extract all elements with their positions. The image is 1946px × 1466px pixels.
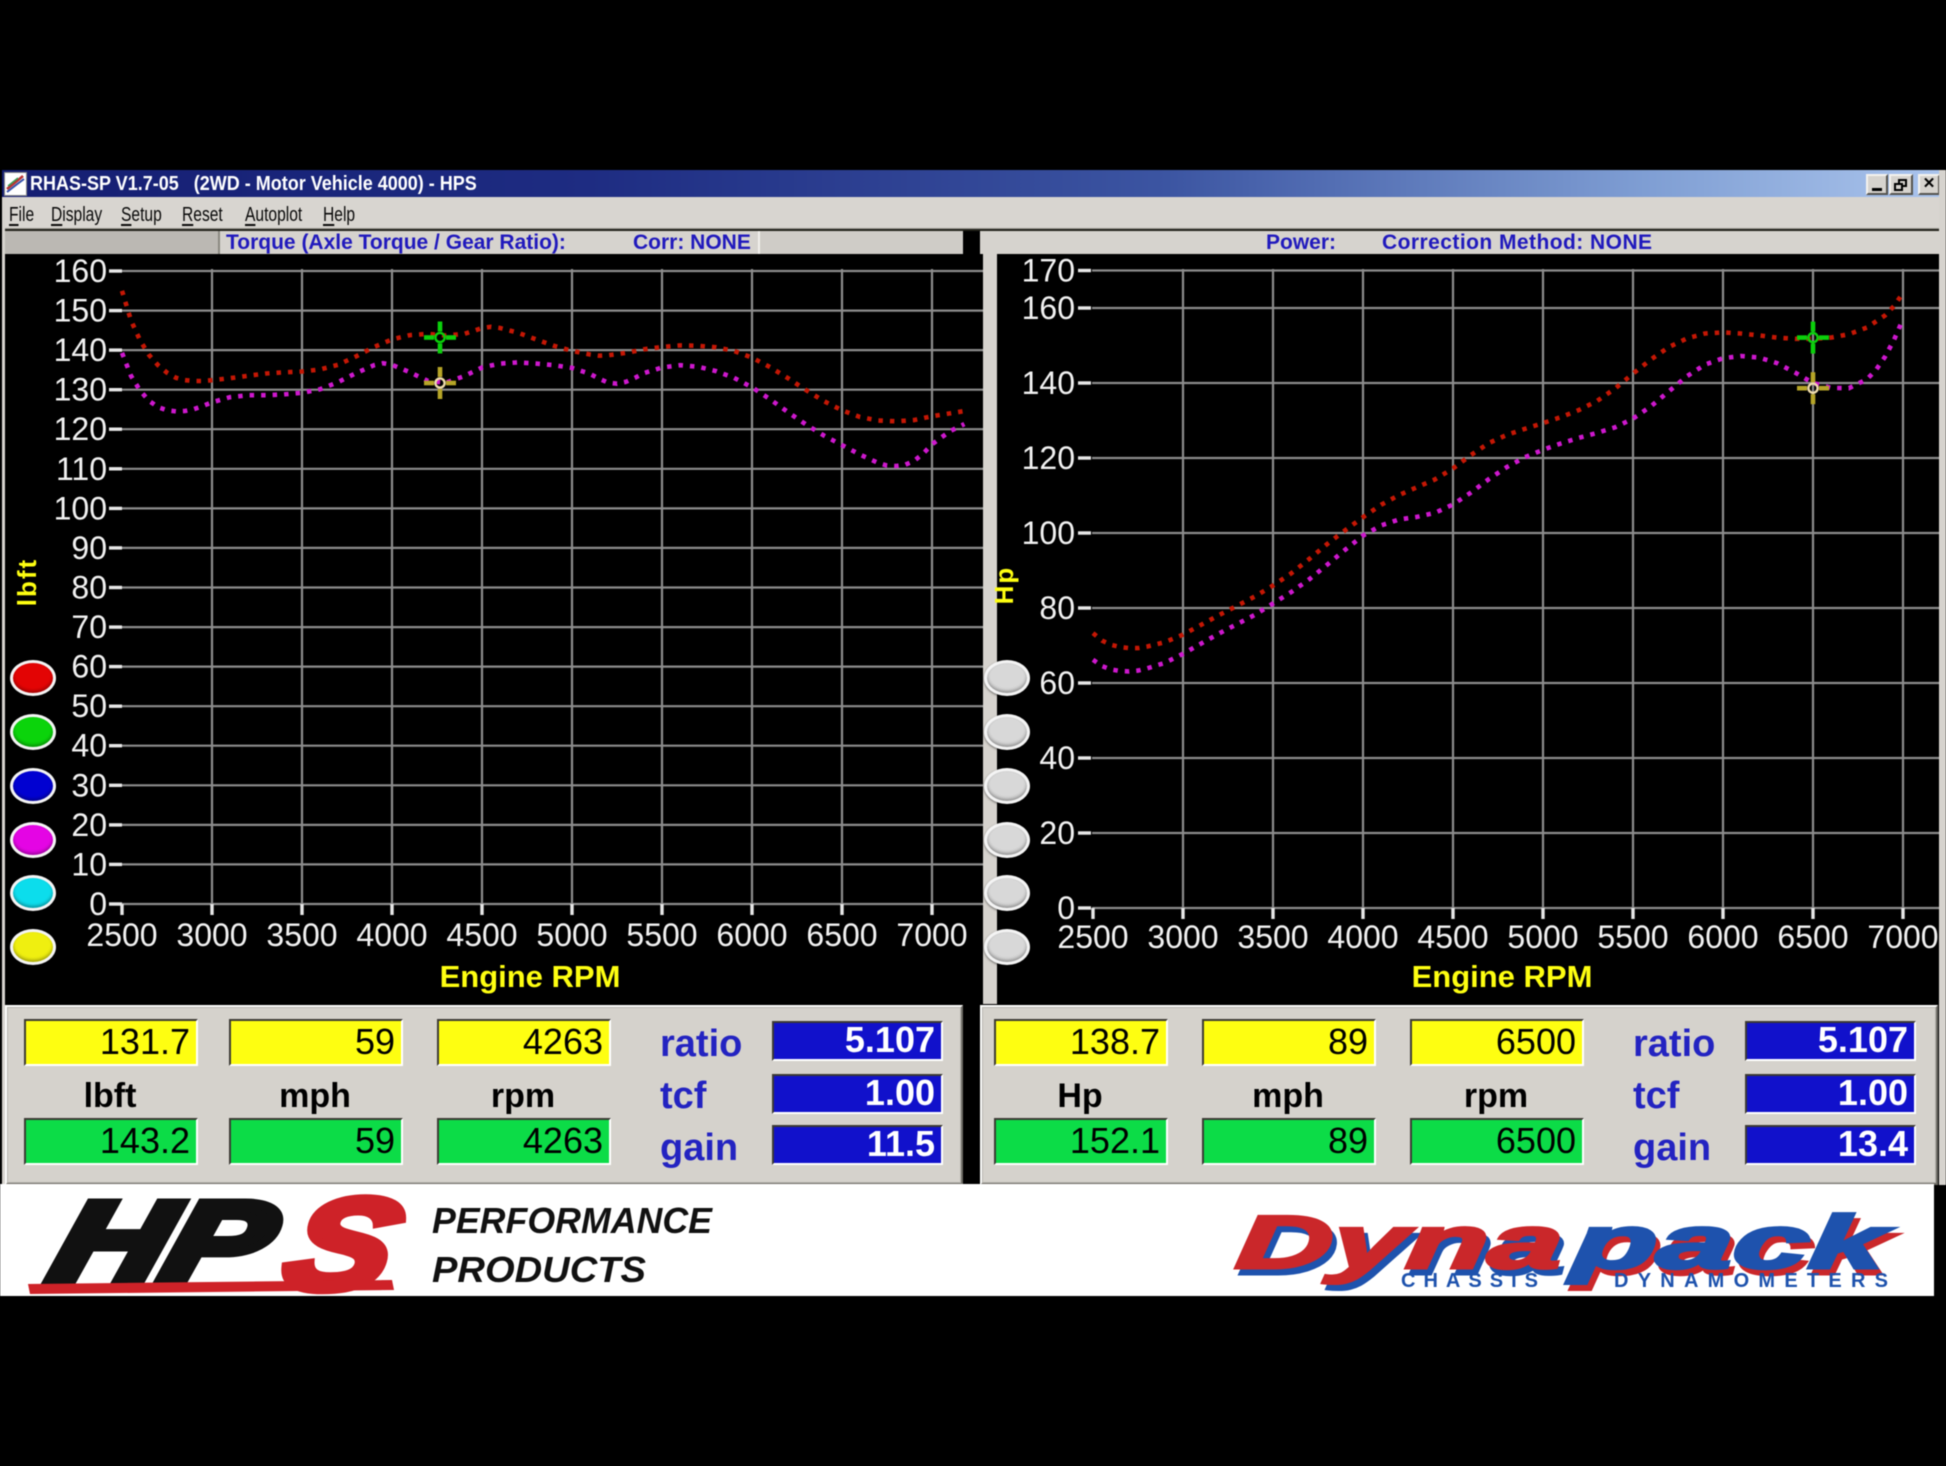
svg-text:150: 150 [54,293,107,329]
svg-text:4500: 4500 [1417,919,1488,955]
svg-text:2500: 2500 [1057,919,1128,955]
svg-text:160: 160 [1022,290,1075,326]
svg-text:90: 90 [71,530,107,566]
svg-text:80: 80 [71,570,107,606]
svg-text:5500: 5500 [626,917,697,953]
svg-text:5000: 5000 [1507,919,1578,955]
svg-text:7000: 7000 [1867,919,1938,955]
svg-text:20: 20 [71,807,107,843]
svg-text:70: 70 [71,609,107,645]
svg-text:50: 50 [71,688,107,724]
svg-text:40: 40 [1039,740,1075,776]
svg-text:10: 10 [71,846,107,882]
svg-text:5500: 5500 [1597,919,1668,955]
svg-text:Dyna: Dyna [1232,1200,1567,1284]
svg-text:30: 30 [71,767,107,803]
svg-text:2500: 2500 [86,917,157,953]
svg-text:140: 140 [1022,365,1075,401]
svg-text:120: 120 [54,411,107,447]
svg-text:40: 40 [71,728,107,764]
svg-text:100: 100 [54,490,107,526]
svg-text:110: 110 [56,451,107,487]
svg-text:120: 120 [1022,440,1075,476]
svg-text:3500: 3500 [266,917,337,953]
svg-text:60: 60 [71,649,107,685]
svg-text:4000: 4000 [1327,919,1398,955]
svg-text:HP: HP [39,1184,290,1296]
svg-text:170: 170 [1022,254,1075,289]
svg-text:4000: 4000 [356,917,427,953]
svg-text:100: 100 [1022,515,1075,551]
svg-text:60: 60 [1039,665,1075,701]
svg-text:7000: 7000 [896,917,967,953]
svg-text:Engine RPM: Engine RPM [440,959,621,994]
svg-text:6500: 6500 [806,917,877,953]
svg-text:PRODUCTS: PRODUCTS [432,1249,646,1290]
svg-text:80: 80 [1039,590,1075,626]
svg-text:4500: 4500 [446,917,517,953]
svg-text:3500: 3500 [1237,919,1308,955]
svg-text:Engine RPM: Engine RPM [1412,959,1593,994]
svg-text:PERFORMANCE: PERFORMANCE [432,1200,713,1241]
svg-text:3000: 3000 [1147,919,1218,955]
svg-text:6000: 6000 [716,917,787,953]
svg-text:S: S [270,1184,417,1296]
svg-text:20: 20 [1039,815,1075,851]
svg-text:140: 140 [54,332,107,368]
svg-text:6500: 6500 [1777,919,1848,955]
svg-text:6000: 6000 [1687,919,1758,955]
svg-text:160: 160 [54,254,107,289]
svg-text:5000: 5000 [536,917,607,953]
svg-text:130: 130 [54,372,107,408]
svg-text:3000: 3000 [176,917,247,953]
